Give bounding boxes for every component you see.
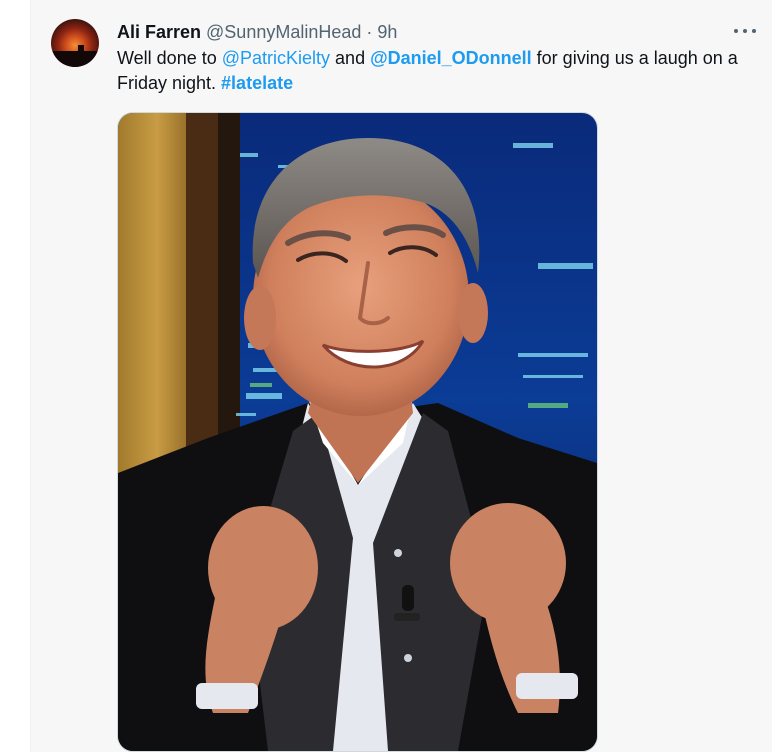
tweet-text: Well done to @PatricKielty and @Daniel_O…: [117, 46, 757, 96]
more-horizontal-icon[interactable]: [734, 22, 756, 40]
mention-link[interactable]: @Daniel_ODonnell: [370, 48, 532, 68]
mention-link[interactable]: @PatricKielty: [222, 48, 330, 68]
more-dot: [743, 29, 747, 33]
avatar-tower: [78, 45, 84, 53]
photo-image: [118, 113, 597, 751]
header-separator: ·: [366, 22, 373, 42]
tweet-text-part: and: [330, 48, 371, 68]
avatar-ground: [51, 51, 99, 67]
author-handle[interactable]: @SunnyMalinHead: [206, 21, 361, 43]
more-dot: [752, 29, 756, 33]
author-name[interactable]: Ali Farren: [117, 21, 201, 43]
hashtag-link[interactable]: #latelate: [221, 73, 293, 93]
page: Ali Farren @SunnyMalinHead · 9h Well don…: [0, 0, 772, 752]
tweet-card[interactable]: Ali Farren @SunnyMalinHead · 9h Well don…: [30, 0, 772, 752]
more-dot: [734, 29, 738, 33]
tweet-media-photo[interactable]: [117, 112, 598, 752]
tweet-text-part: Well done to: [117, 48, 222, 68]
tweet-header: Ali Farren @SunnyMalinHead · 9h: [117, 21, 397, 43]
avatar[interactable]: [51, 19, 99, 67]
tweet-timestamp[interactable]: 9h: [377, 21, 397, 43]
